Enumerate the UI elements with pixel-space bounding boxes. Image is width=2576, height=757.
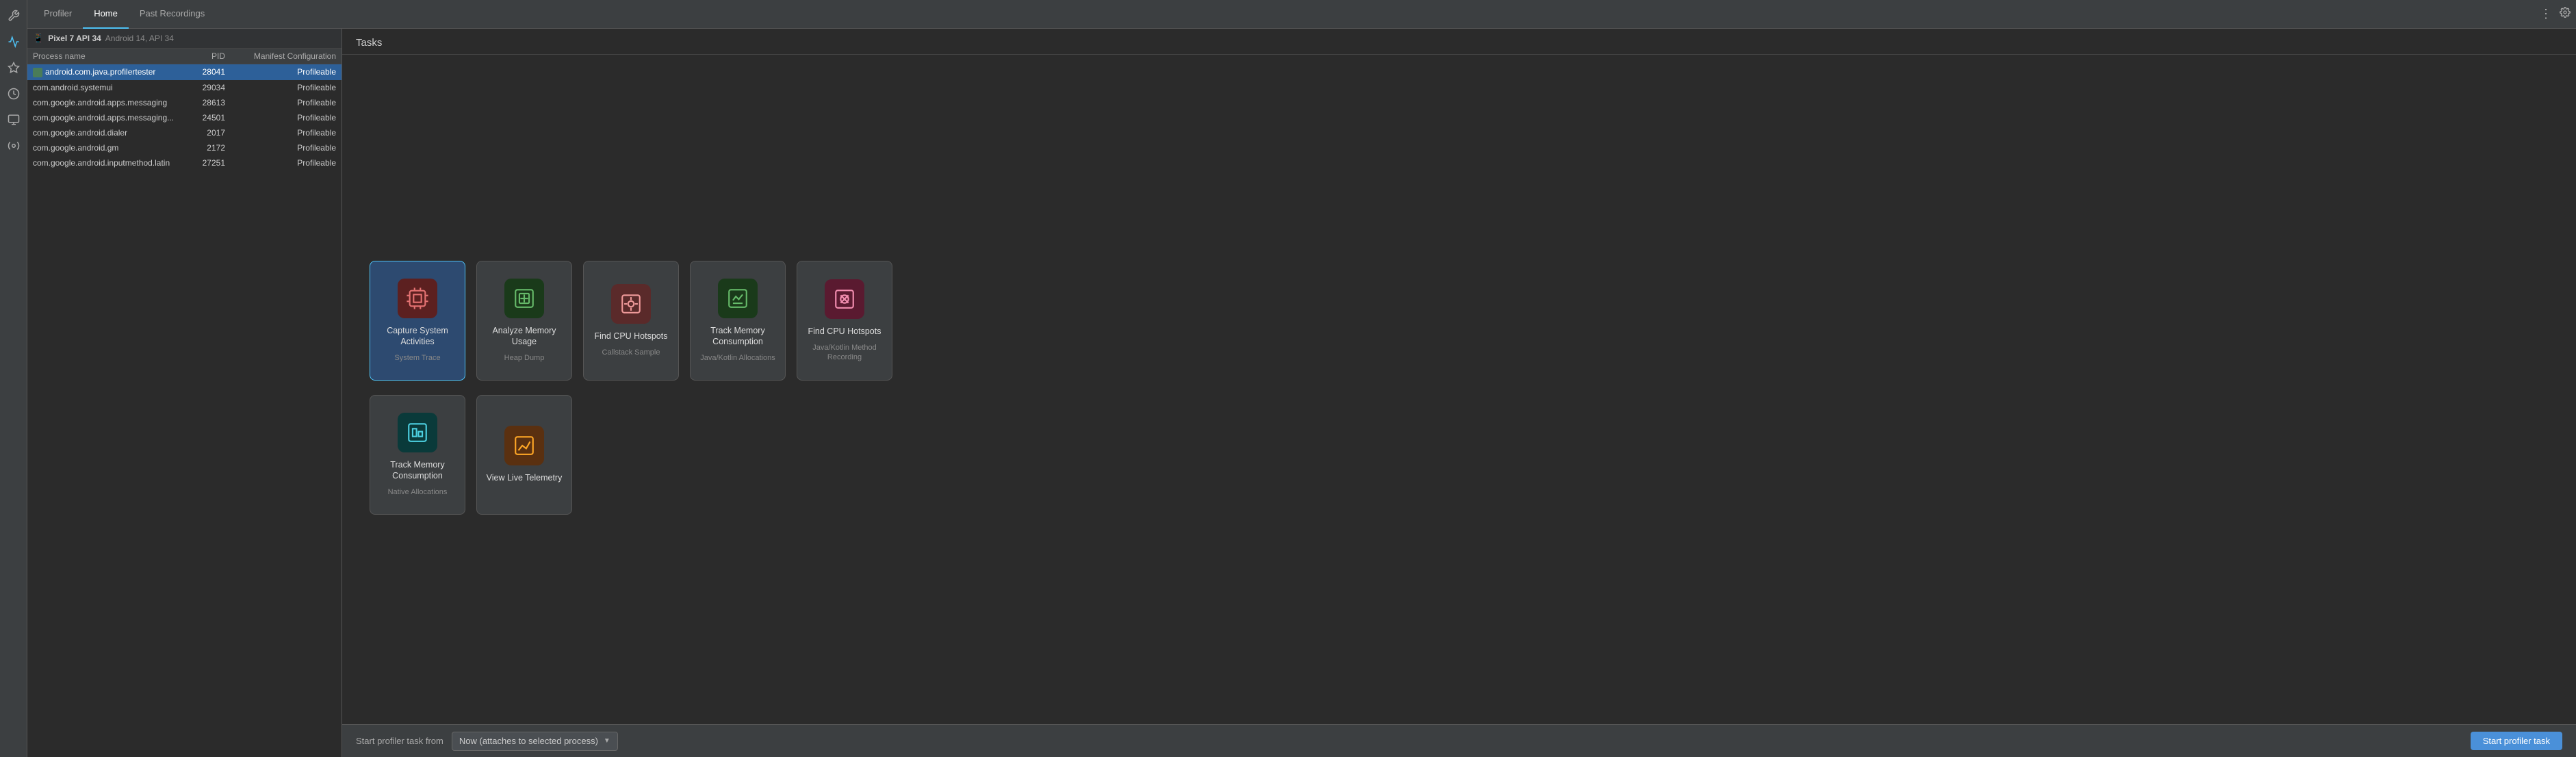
tasks-header: Tasks xyxy=(342,29,2576,55)
table-row[interactable]: com.google.android.dialer 2017 Profileab… xyxy=(27,125,342,140)
content-area: 📱 Pixel 7 API 34 Android 14, API 34 Proc… xyxy=(27,29,2576,757)
task-start-dropdown[interactable]: Now (attaches to selected process) ▼ xyxy=(452,732,618,751)
table-row[interactable]: com.android.systemui 29034 Profileable xyxy=(27,80,342,95)
process-name-cell: android.com.java.profilertester xyxy=(33,67,179,77)
process-panel: 📱 Pixel 7 API 34 Android 14, API 34 Proc… xyxy=(27,29,342,757)
process-icon xyxy=(33,68,42,77)
device-api: Android 14, API 34 xyxy=(105,34,174,43)
manifest-cell: Profileable xyxy=(233,143,336,153)
process-name-cell: com.google.android.inputmethod.latin xyxy=(33,158,179,168)
task-icon-java-kotlin-record xyxy=(825,279,864,319)
pid-cell: 28041 xyxy=(179,67,233,77)
task-icon-native-alloc xyxy=(398,413,437,452)
task-sublabel-callstack-sample: Callstack Sample xyxy=(602,348,660,357)
settings2-icon[interactable] xyxy=(3,136,24,156)
task-icon-callstack-sample xyxy=(611,284,651,324)
manifest-cell: Profileable xyxy=(233,67,336,77)
task-card-native-alloc[interactable]: Track Memory Consumption Native Allocati… xyxy=(370,395,465,515)
device-icon: 📱 xyxy=(33,33,44,44)
task-sublabel-heap-dump: Heap Dump xyxy=(504,354,545,363)
dropdown-value: Now (attaches to selected process) xyxy=(459,736,598,746)
table-row[interactable]: com.google.android.apps.messaging 28613 … xyxy=(27,95,342,110)
task-card-heap-dump[interactable]: Analyze Memory Usage Heap Dump xyxy=(476,261,572,381)
monitor-icon[interactable] xyxy=(3,110,24,130)
table-row[interactable]: com.google.android.gm 2172 Profileable xyxy=(27,140,342,155)
task-icon-heap-dump xyxy=(504,279,544,318)
profiler-icon[interactable] xyxy=(3,31,24,52)
task-sublabel-java-kotlin-record: Java/Kotlin Method Recording xyxy=(803,344,886,361)
table-row[interactable]: com.google.android.apps.messaging... 245… xyxy=(27,110,342,125)
task-card-live-telemetry[interactable]: View Live Telemetry xyxy=(476,395,572,515)
table-row[interactable]: android.com.java.profilertester 28041 Pr… xyxy=(27,64,342,80)
settings-icon[interactable] xyxy=(2560,7,2571,21)
process-table: android.com.java.profilertester 28041 Pr… xyxy=(27,64,342,757)
sidebar xyxy=(0,0,27,757)
tab-menu-button[interactable]: ⋮ xyxy=(2538,6,2554,23)
task-label-heap-dump: Analyze Memory Usage xyxy=(482,325,566,348)
start-task-label: Start profiler task from xyxy=(356,736,443,746)
pid-cell: 24501 xyxy=(179,113,233,123)
task-icon-live-telemetry xyxy=(504,426,544,465)
device-name: Pixel 7 API 34 xyxy=(48,34,101,43)
task-label-live-telemetry: View Live Telemetry xyxy=(487,472,563,483)
task-card-system-trace[interactable]: Capture System Activities System Trace xyxy=(370,261,465,381)
process-name-cell: com.android.systemui xyxy=(33,83,179,92)
tasks-grid-area: Capture System Activities System Trace A… xyxy=(342,55,2576,724)
col-process-name: Process name xyxy=(33,51,179,61)
process-name-cell: com.google.android.dialer xyxy=(33,128,179,138)
task-card-callstack-sample[interactable]: Find CPU Hotspots Callstack Sample xyxy=(583,261,679,381)
manifest-cell: Profileable xyxy=(233,128,336,138)
tab-bar: Profiler Home Past Recordings ⋮ xyxy=(27,0,2576,29)
star-icon[interactable] xyxy=(3,57,24,78)
tasks-grid: Capture System Activities System Trace A… xyxy=(370,261,892,518)
table-header: Process name PID Manifest Configuration xyxy=(27,49,342,64)
task-card-java-kotlin-record[interactable]: Find CPU Hotspots Java/Kotlin Method Rec… xyxy=(797,261,892,381)
process-name-cell: com.google.android.apps.messaging... xyxy=(33,113,179,123)
pid-cell: 28613 xyxy=(179,98,233,107)
task-icon-java-kotlin-alloc xyxy=(718,279,758,318)
task-sublabel-java-kotlin-alloc: Java/Kotlin Allocations xyxy=(700,354,775,363)
manifest-cell: Profileable xyxy=(233,83,336,92)
manifest-cell: Profileable xyxy=(233,98,336,107)
tasks-panel: Tasks Capture System Activities System T… xyxy=(342,29,2576,757)
task-label-java-kotlin-record: Find CPU Hotspots xyxy=(808,326,881,337)
col-pid: PID xyxy=(179,51,233,61)
main-panel: Profiler Home Past Recordings ⋮ 📱 Pixel … xyxy=(27,0,2576,757)
task-label-native-alloc: Track Memory Consumption xyxy=(376,459,459,482)
manifest-cell: Profileable xyxy=(233,113,336,123)
pid-cell: 2172 xyxy=(179,143,233,153)
device-row: 📱 Pixel 7 API 34 Android 14, API 34 xyxy=(27,29,342,49)
tab-past-recordings[interactable]: Past Recordings xyxy=(129,0,216,29)
process-name-cell: com.google.android.gm xyxy=(33,143,179,153)
manifest-cell: Profileable xyxy=(233,158,336,168)
task-sublabel-native-alloc: Native Allocations xyxy=(388,488,448,497)
pid-cell: 29034 xyxy=(179,83,233,92)
col-manifest: Manifest Configuration xyxy=(233,51,336,61)
task-card-java-kotlin-alloc[interactable]: Track Memory Consumption Java/Kotlin All… xyxy=(690,261,786,381)
hammer-icon[interactable] xyxy=(3,5,24,26)
bottom-bar: Start profiler task from Now (attaches t… xyxy=(342,724,2576,757)
process-name-cell: com.google.android.apps.messaging xyxy=(33,98,179,107)
task-label-callstack-sample: Find CPU Hotspots xyxy=(595,331,668,342)
task-label-system-trace: Capture System Activities xyxy=(376,325,459,348)
task-label-java-kotlin-alloc: Track Memory Consumption xyxy=(696,325,780,348)
pid-cell: 2017 xyxy=(179,128,233,138)
task-icon-system-trace xyxy=(398,279,437,318)
chevron-down-icon: ▼ xyxy=(604,737,610,745)
tab-profiler[interactable]: Profiler xyxy=(33,0,83,29)
tab-home[interactable]: Home xyxy=(83,0,129,29)
table-row[interactable]: com.google.android.inputmethod.latin 272… xyxy=(27,155,342,170)
pid-cell: 27251 xyxy=(179,158,233,168)
clock-icon[interactable] xyxy=(3,84,24,104)
start-profiler-button[interactable]: Start profiler task xyxy=(2471,732,2562,750)
task-sublabel-system-trace: System Trace xyxy=(394,354,440,363)
